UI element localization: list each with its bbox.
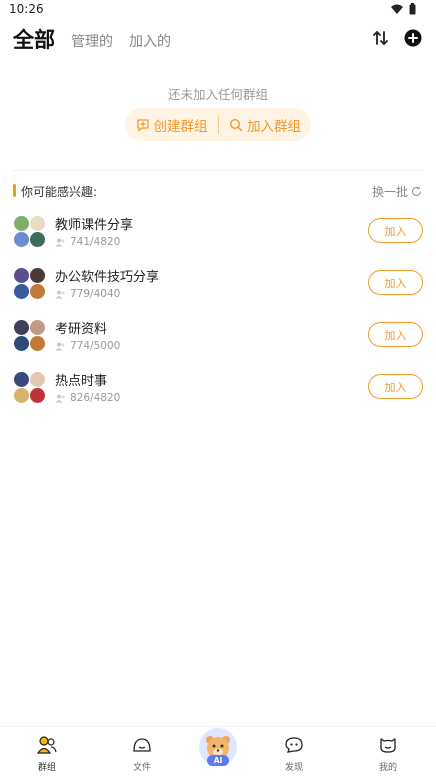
group-avatar-cluster xyxy=(13,267,46,300)
refresh-icon xyxy=(412,186,422,196)
member-avatar xyxy=(29,335,46,352)
add-circle-icon[interactable] xyxy=(404,29,422,47)
suggested-group-list: 教师课件分享 741/4820 加入 办公软件技巧分享 779/4040 加入 … xyxy=(0,205,436,413)
member-avatar xyxy=(29,231,46,248)
group-member-count: 826/4820 xyxy=(55,392,120,404)
group-avatar-cluster xyxy=(13,319,46,352)
bottom-nav: 群组 文件 AI 发现 我的 xyxy=(0,726,436,776)
member-avatar xyxy=(29,319,46,336)
status-time: 10:26 xyxy=(9,2,44,16)
group-row[interactable]: 考研资料 774/5000 加入 xyxy=(0,309,436,361)
nav-item-discover[interactable]: 发现 xyxy=(269,736,319,773)
group-row[interactable]: 热点时事 826/4820 加入 xyxy=(0,361,436,413)
nav-label-mine: 我的 xyxy=(378,763,397,773)
member-avatar xyxy=(29,215,46,232)
member-avatar xyxy=(13,267,30,284)
group-member-count: 779/4040 xyxy=(55,288,120,300)
empty-state-message: 还未加入任何群组 xyxy=(167,87,268,102)
status-bar: 10:26 xyxy=(0,0,436,20)
group-row[interactable]: 办公软件技巧分享 779/4040 加入 xyxy=(0,257,436,309)
battery-icon xyxy=(409,3,416,15)
group-name: 热点时事 xyxy=(55,374,108,389)
join-group-label: 加入群组 xyxy=(247,118,301,135)
create-group-icon xyxy=(136,118,149,131)
group-member-count: 741/4820 xyxy=(55,236,120,248)
top-tab-bar: 全部 管理的 加入的 xyxy=(0,22,436,58)
nav-item-files[interactable]: 文件 xyxy=(117,736,167,773)
member-avatar xyxy=(13,283,30,300)
members-icon xyxy=(55,238,65,246)
nav-item-groups[interactable]: 群组 xyxy=(22,736,72,773)
nav-label-groups: 群组 xyxy=(37,763,56,773)
tab-joined[interactable]: 加入的 xyxy=(129,31,171,51)
profile-icon xyxy=(380,738,396,753)
discover-icon xyxy=(285,737,303,753)
section-divider xyxy=(12,170,424,171)
wifi-icon xyxy=(391,4,403,14)
member-avatar xyxy=(13,371,30,388)
group-name: 办公软件技巧分享 xyxy=(55,270,160,285)
search-icon xyxy=(229,118,243,131)
join-group-button[interactable]: 加入群组 xyxy=(219,108,311,141)
nav-item-mine[interactable]: 我的 xyxy=(363,736,413,773)
files-icon xyxy=(133,738,151,752)
members-icon xyxy=(55,290,65,298)
group-name: 考研资料 xyxy=(55,322,108,337)
join-button[interactable]: 加入 xyxy=(368,374,423,399)
group-avatar-cluster xyxy=(13,371,46,404)
section-accent-bar xyxy=(13,184,16,197)
member-avatar xyxy=(29,387,46,404)
refresh-suggestions-button[interactable]: 换一批 xyxy=(372,183,422,200)
member-avatar xyxy=(29,371,46,388)
join-button[interactable]: 加入 xyxy=(368,322,423,347)
suggestions-header: 你可能感兴趣: 换一批 xyxy=(13,182,424,200)
nav-label-files: 文件 xyxy=(132,763,151,773)
group-member-count: 774/5000 xyxy=(55,340,120,352)
suggestions-title: 你可能感兴趣: xyxy=(21,185,98,199)
join-button[interactable]: 加入 xyxy=(368,218,423,243)
member-count-text: 826/4820 xyxy=(70,392,121,404)
member-count-text: 779/4040 xyxy=(70,288,121,300)
tab-all[interactable]: 全部 xyxy=(13,24,55,54)
group-action-pill: 创建群组 加入群组 xyxy=(125,108,311,141)
tab-managed[interactable]: 管理的 xyxy=(71,31,113,51)
groups-icon xyxy=(36,736,57,754)
group-avatar-cluster xyxy=(13,215,46,248)
member-avatar xyxy=(13,215,30,232)
create-group-label: 创建群组 xyxy=(153,118,208,135)
join-button[interactable]: 加入 xyxy=(368,270,423,295)
status-icons xyxy=(391,3,416,15)
members-icon xyxy=(55,394,65,402)
sort-icon[interactable] xyxy=(372,29,390,47)
member-avatar xyxy=(13,335,30,352)
nav-label-discover: 发现 xyxy=(284,763,303,773)
group-name: 教师课件分享 xyxy=(55,218,134,233)
group-row[interactable]: 教师课件分享 741/4820 加入 xyxy=(0,205,436,257)
ai-badge: AI xyxy=(207,755,229,766)
member-avatar xyxy=(13,387,30,404)
member-avatar xyxy=(29,283,46,300)
create-group-button[interactable]: 创建群组 xyxy=(125,108,218,141)
member-count-text: 774/5000 xyxy=(70,340,121,352)
member-avatar xyxy=(13,231,30,248)
members-icon xyxy=(55,342,65,350)
member-avatar xyxy=(29,267,46,284)
member-count-text: 741/4820 xyxy=(70,236,121,248)
member-avatar xyxy=(13,319,30,336)
refresh-label: 换一批 xyxy=(371,185,408,199)
